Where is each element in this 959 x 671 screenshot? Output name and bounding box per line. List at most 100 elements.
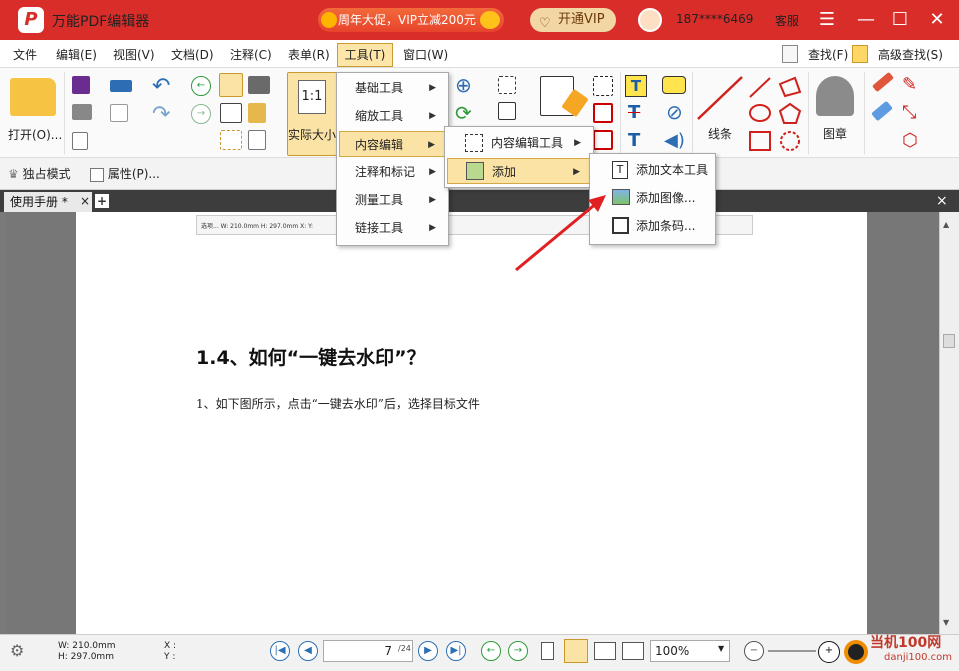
stamp-icon[interactable]: [816, 76, 854, 116]
stamp-label[interactable]: 图章: [823, 125, 847, 142]
add-barcode-icon: [612, 217, 629, 234]
first-page-icon[interactable]: |◀: [270, 641, 290, 661]
menu-window[interactable]: 窗口(W): [403, 46, 448, 63]
clipboard-icon[interactable]: [248, 103, 266, 123]
zoom-slider[interactable]: [768, 650, 816, 652]
rotate-icon[interactable]: ⟳: [455, 101, 472, 125]
export-icon[interactable]: [72, 132, 88, 150]
textbox-icon[interactable]: [593, 76, 613, 96]
back-icon[interactable]: ←: [191, 76, 211, 96]
measure-area-icon[interactable]: ⬡: [902, 130, 918, 151]
menu-item-add-image[interactable]: 添加图像...: [592, 185, 713, 211]
service-link[interactable]: 客服: [775, 12, 799, 29]
note-icon[interactable]: [662, 76, 686, 94]
pane-close-icon[interactable]: ×: [936, 192, 948, 210]
scroll-down-icon[interactable]: ▼: [943, 618, 949, 627]
menu-view[interactable]: 视图(V): [113, 46, 155, 63]
menu-item-label: 内容编辑工具: [491, 136, 564, 150]
tab-add-icon[interactable]: +: [95, 194, 109, 208]
document-page[interactable]: [76, 212, 867, 634]
zoom-icon[interactable]: ⊕: [455, 73, 472, 97]
tab-user-manual[interactable]: 使用手册 *: [4, 192, 92, 212]
new-doc-icon[interactable]: [110, 104, 128, 122]
lines-label[interactable]: 线条: [708, 125, 732, 142]
snapshot-icon[interactable]: [248, 76, 270, 94]
menu-item-basic-tools[interactable]: 基础工具 ▶: [339, 75, 446, 101]
minimize-icon[interactable]: —: [854, 8, 878, 32]
scroll-thumb[interactable]: [943, 334, 955, 348]
zoom-out-icon[interactable]: −: [744, 641, 764, 661]
menu-item-label: 添加图像...: [636, 191, 696, 205]
menu-form[interactable]: 表单(R): [288, 46, 330, 63]
tab-close-icon[interactable]: ×: [80, 192, 90, 210]
redo-icon[interactable]: ↷: [152, 102, 170, 127]
user-phone[interactable]: 187****6469: [676, 12, 753, 26]
page-width: W: 210.0mm: [58, 641, 116, 651]
edit-text-icon[interactable]: [498, 76, 516, 94]
hand-tool-icon[interactable]: [219, 73, 243, 97]
scroll-up-icon[interactable]: ▲: [943, 220, 949, 229]
prev-page-icon[interactable]: ◀: [298, 641, 318, 661]
menu-comment[interactable]: 注释(C): [230, 46, 272, 63]
settings-gear-icon[interactable]: ⚙: [10, 641, 24, 660]
print-icon[interactable]: [72, 104, 92, 120]
properties-button[interactable]: 属性(P)...: [90, 165, 160, 182]
doc-properties-icon[interactable]: [248, 130, 266, 150]
close-icon[interactable]: ✕: [925, 8, 949, 32]
promo-banner[interactable]: 周年大促，VIP立减200元: [318, 8, 504, 32]
menu-document[interactable]: 文档(D): [171, 46, 214, 63]
measure-distance-icon[interactable]: ✎: [902, 74, 917, 95]
two-page-icon[interactable]: [594, 642, 616, 660]
underline-icon[interactable]: T: [628, 130, 640, 151]
menu-item-measure[interactable]: 测量工具 ▶: [339, 187, 446, 213]
hamburger-icon[interactable]: ☰: [815, 8, 839, 32]
menu-item-annotation[interactable]: 注释和标记 ▶: [339, 159, 446, 185]
textbox-red-icon[interactable]: [593, 103, 613, 123]
attachment-icon[interactable]: ⊘: [666, 100, 683, 124]
avatar[interactable]: [638, 8, 662, 32]
maximize-icon[interactable]: ☐: [888, 8, 912, 32]
single-page-icon[interactable]: [541, 642, 554, 660]
menu-item-content-edit-tools[interactable]: 内容编辑工具 ▶: [447, 130, 591, 156]
typewriter-icon[interactable]: T: [625, 75, 647, 97]
two-page-continuous-icon[interactable]: [622, 642, 644, 660]
callout-icon[interactable]: [593, 130, 613, 150]
open-label[interactable]: 打开(O)...: [8, 126, 62, 143]
menu-item-add-barcode[interactable]: 添加条码...: [592, 213, 713, 239]
sound-icon[interactable]: ◀): [664, 130, 685, 151]
forward-icon[interactable]: →: [191, 104, 211, 124]
scan-icon[interactable]: [110, 80, 132, 92]
exclusive-mode-button[interactable]: ♛ 独占模式: [8, 165, 71, 182]
vip-button[interactable]: ♡ 开通VIP: [530, 8, 616, 32]
next-page-icon[interactable]: ▶: [418, 641, 438, 661]
find-button[interactable]: 查找(F): [782, 45, 848, 63]
menu-item-add[interactable]: 添加 ▶: [447, 158, 591, 184]
continuous-page-icon[interactable]: [564, 639, 588, 663]
menu-item-content-edit[interactable]: 内容编辑 ▶: [339, 131, 446, 157]
strikeout-icon[interactable]: T: [628, 102, 640, 123]
vertical-scrollbar[interactable]: ▲ ▼: [939, 212, 959, 634]
divider: [620, 72, 621, 154]
menu-item-add-text-tool[interactable]: T 添加文本工具: [592, 157, 713, 183]
undo-icon[interactable]: ↶: [152, 74, 170, 99]
status-bar: [0, 634, 959, 671]
chevron-down-icon[interactable]: ▼: [718, 644, 724, 653]
add-text-icon[interactable]: [498, 102, 516, 120]
menu-edit[interactable]: 编辑(E): [56, 46, 97, 63]
menu-item-zoom-tools[interactable]: 缩放工具 ▶: [339, 103, 446, 129]
menu-item-label: 测量工具: [355, 193, 404, 207]
select-text-icon[interactable]: [220, 103, 242, 123]
select-area-icon[interactable]: [220, 130, 242, 150]
history-back-icon[interactable]: ←: [481, 641, 501, 661]
zoom-in-icon[interactable]: +: [818, 641, 840, 663]
menu-tools[interactable]: 工具(T): [337, 43, 393, 67]
menu-file[interactable]: 文件: [13, 46, 37, 63]
measure-perimeter-icon[interactable]: ⤡: [902, 102, 916, 123]
last-page-icon[interactable]: ▶|: [446, 641, 466, 661]
save-icon[interactable]: [72, 76, 90, 94]
advanced-find-button[interactable]: 高级查找(S): [852, 45, 943, 63]
menu-item-link[interactable]: 链接工具 ▶: [339, 215, 446, 241]
menu-item-label: 添加条码...: [636, 219, 696, 233]
folder-open-icon[interactable]: [10, 78, 56, 116]
history-forward-icon[interactable]: →: [508, 641, 528, 661]
